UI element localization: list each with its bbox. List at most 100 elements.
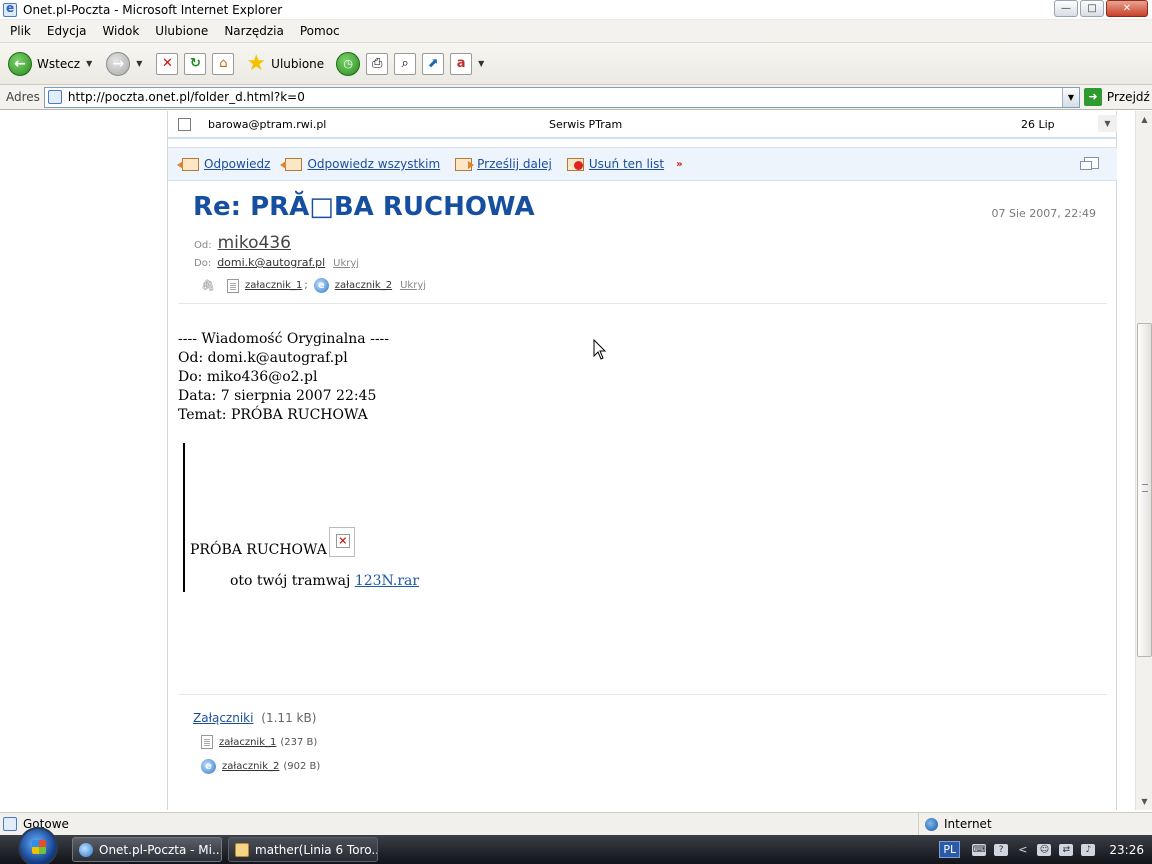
- print-button[interactable]: ⎙: [366, 49, 389, 79]
- page-status-icon: [3, 817, 17, 831]
- delete-button[interactable]: Usuń ten list: [562, 157, 664, 171]
- delete-label[interactable]: Usuń ten list: [589, 157, 664, 171]
- minimize-button[interactable]: —: [1054, 0, 1078, 17]
- back-button[interactable]: ← Wstecz ▼: [8, 49, 92, 79]
- hide-attachments-link[interactable]: Ukryj: [400, 280, 426, 291]
- attachment-size: (902 B): [283, 761, 321, 772]
- menu-help[interactable]: Pomoc: [292, 24, 348, 38]
- attachment-name[interactable]: załacznik_1: [219, 737, 276, 748]
- list-scroll-down-icon[interactable]: ▼: [1098, 115, 1117, 132]
- scroll-up-icon[interactable]: ▲: [1136, 111, 1152, 128]
- network-icon[interactable]: ⇄: [1059, 843, 1074, 856]
- attachment-row: załacznik_1 (237 B): [201, 735, 317, 749]
- row-subject[interactable]: Serwis PTram: [549, 118, 622, 131]
- menu-file[interactable]: Plik: [2, 24, 39, 38]
- reply-all-button[interactable]: Odpowiedz wszystkim: [280, 157, 440, 171]
- go-label: Przejdź: [1106, 90, 1150, 104]
- page-icon: [47, 90, 62, 104]
- row-checkbox[interactable]: [178, 117, 191, 131]
- hide-recipients-link[interactable]: Ukryj: [333, 258, 359, 269]
- messenger-icon[interactable]: ☺: [1037, 843, 1052, 856]
- more-actions-icon[interactable]: »: [676, 159, 682, 170]
- body-line: Od: domi.k@autograf.pl: [178, 350, 348, 366]
- go-button[interactable]: ➜ Przejdź: [1083, 88, 1150, 106]
- translate-button[interactable]: a ▼: [450, 49, 484, 79]
- attachment-name[interactable]: załacznik_2: [222, 761, 279, 772]
- maximize-button[interactable]: □: [1080, 0, 1104, 17]
- reply-all-label[interactable]: Odpowiedz wszystkim: [307, 157, 440, 171]
- volume-icon[interactable]: ♪: [1081, 843, 1096, 856]
- menu-edit[interactable]: Edycja: [39, 24, 95, 38]
- menu-favorites[interactable]: Ulubione: [147, 24, 216, 38]
- reply-label[interactable]: Odpowiedz: [204, 157, 270, 171]
- stop-button[interactable]: ✕: [156, 49, 179, 79]
- stop-icon: ✕: [156, 52, 179, 75]
- attachment-separator: ;: [304, 280, 308, 291]
- start-button[interactable]: [18, 826, 58, 864]
- attachment-link-2[interactable]: załacznik_2: [335, 280, 392, 291]
- scroll-thumb[interactable]: [1137, 323, 1152, 657]
- popout-window-icon[interactable]: [1080, 157, 1099, 170]
- attachments-link[interactable]: Załączniki: [193, 711, 253, 725]
- address-input[interactable]: http://poczta.onet.pl/folder_d.html?k=0 …: [43, 86, 1080, 108]
- quote-title: PRÓBA RUCHOWA: [190, 527, 355, 565]
- address-dropdown-icon[interactable]: ▼: [1061, 87, 1079, 107]
- back-icon: ←: [8, 51, 32, 76]
- go-arrow-icon: ➜: [1083, 88, 1102, 106]
- translate-dropdown-icon[interactable]: ▼: [478, 59, 484, 68]
- clock[interactable]: 23:26: [1109, 843, 1144, 857]
- message-list-row[interactable]: barowa@ptram.rwi.pl Serwis PTram 26 Lip …: [168, 111, 1117, 137]
- back-dropdown-icon[interactable]: ▼: [86, 59, 92, 68]
- status-bar: Gotowe Internet: [0, 812, 1152, 835]
- globe-icon: [925, 817, 938, 831]
- sender-link[interactable]: miko436: [218, 233, 291, 253]
- history-button[interactable]: ◷: [336, 49, 361, 79]
- history-icon: ◷: [336, 51, 361, 76]
- search-button[interactable]: ⌕: [394, 49, 417, 79]
- scroll-down-icon[interactable]: ▼: [1136, 793, 1152, 810]
- body-line: ---- Wiadomość Oryginalna ----: [178, 331, 390, 347]
- mail-panel: barowa@ptram.rwi.pl Serwis PTram 26 Lip …: [167, 111, 1117, 810]
- home-button[interactable]: ⌂: [212, 49, 235, 79]
- reply-button[interactable]: Odpowiedz: [177, 157, 270, 171]
- rar-attachment-link[interactable]: 123N.rar: [355, 573, 419, 589]
- window-button[interactable]: ⬈: [422, 49, 445, 79]
- attachment-link-1[interactable]: załacznik_1: [245, 280, 302, 291]
- title-bar: Onet.pl-Poczta - Microsoft Internet Expl…: [0, 0, 1152, 20]
- help-icon[interactable]: ?: [994, 843, 1009, 856]
- taskbar-item-ie[interactable]: Onet.pl-Poczta - Mi...: [72, 837, 222, 862]
- forward-message-button[interactable]: Prześlij dalej: [450, 157, 552, 171]
- ie-icon: [79, 842, 93, 857]
- web-document-icon: e: [201, 759, 216, 774]
- keyboard-icon[interactable]: ⌨: [972, 843, 987, 856]
- address-url[interactable]: http://poczta.onet.pl/folder_d.html?k=0: [68, 90, 305, 104]
- favorites-button[interactable]: ★ Ulubione: [246, 49, 324, 79]
- menu-tools[interactable]: Narzędzia: [216, 24, 292, 38]
- attachments-total-size: (1.11 kB): [261, 711, 317, 725]
- document-icon: [201, 735, 213, 749]
- forward-message-label[interactable]: Prześlij dalej: [477, 157, 552, 171]
- attachments-divider: [178, 694, 1107, 695]
- document-icon: [226, 278, 239, 293]
- tray-expand-icon[interactable]: <: [1018, 843, 1027, 856]
- translate-icon: a: [450, 52, 473, 75]
- forward-icon: →: [106, 51, 131, 76]
- task-label: mather(Linia 6 Toro...: [255, 842, 378, 857]
- vertical-scrollbar[interactable]: ▲ ▼: [1135, 111, 1152, 810]
- recipient-link[interactable]: domi.k@autograf.pl: [217, 256, 325, 269]
- forward-button[interactable]: → ▼: [106, 49, 142, 79]
- body-line: Data: 7 sierpnia 2007 22:45: [178, 388, 377, 404]
- security-zone: Internet: [918, 813, 1152, 835]
- forward-dropdown-icon[interactable]: ▼: [136, 59, 142, 68]
- refresh-button[interactable]: ↻: [184, 49, 207, 79]
- message-to: Do: domi.k@autograf.pl Ukryj: [194, 256, 359, 269]
- menu-view[interactable]: Widok: [94, 24, 147, 38]
- row-from[interactable]: barowa@ptram.rwi.pl: [208, 118, 326, 131]
- address-label: Adres: [6, 90, 40, 104]
- taskbar-item-mail[interactable]: mather(Linia 6 Toro...: [228, 837, 378, 862]
- close-button[interactable]: ✕: [1106, 0, 1148, 17]
- scroll-grip-icon: [1142, 484, 1148, 492]
- address-bar: Adres http://poczta.onet.pl/folder_d.htm…: [0, 85, 1152, 110]
- language-indicator[interactable]: PL: [939, 841, 961, 858]
- print-icon: ⎙: [366, 52, 389, 75]
